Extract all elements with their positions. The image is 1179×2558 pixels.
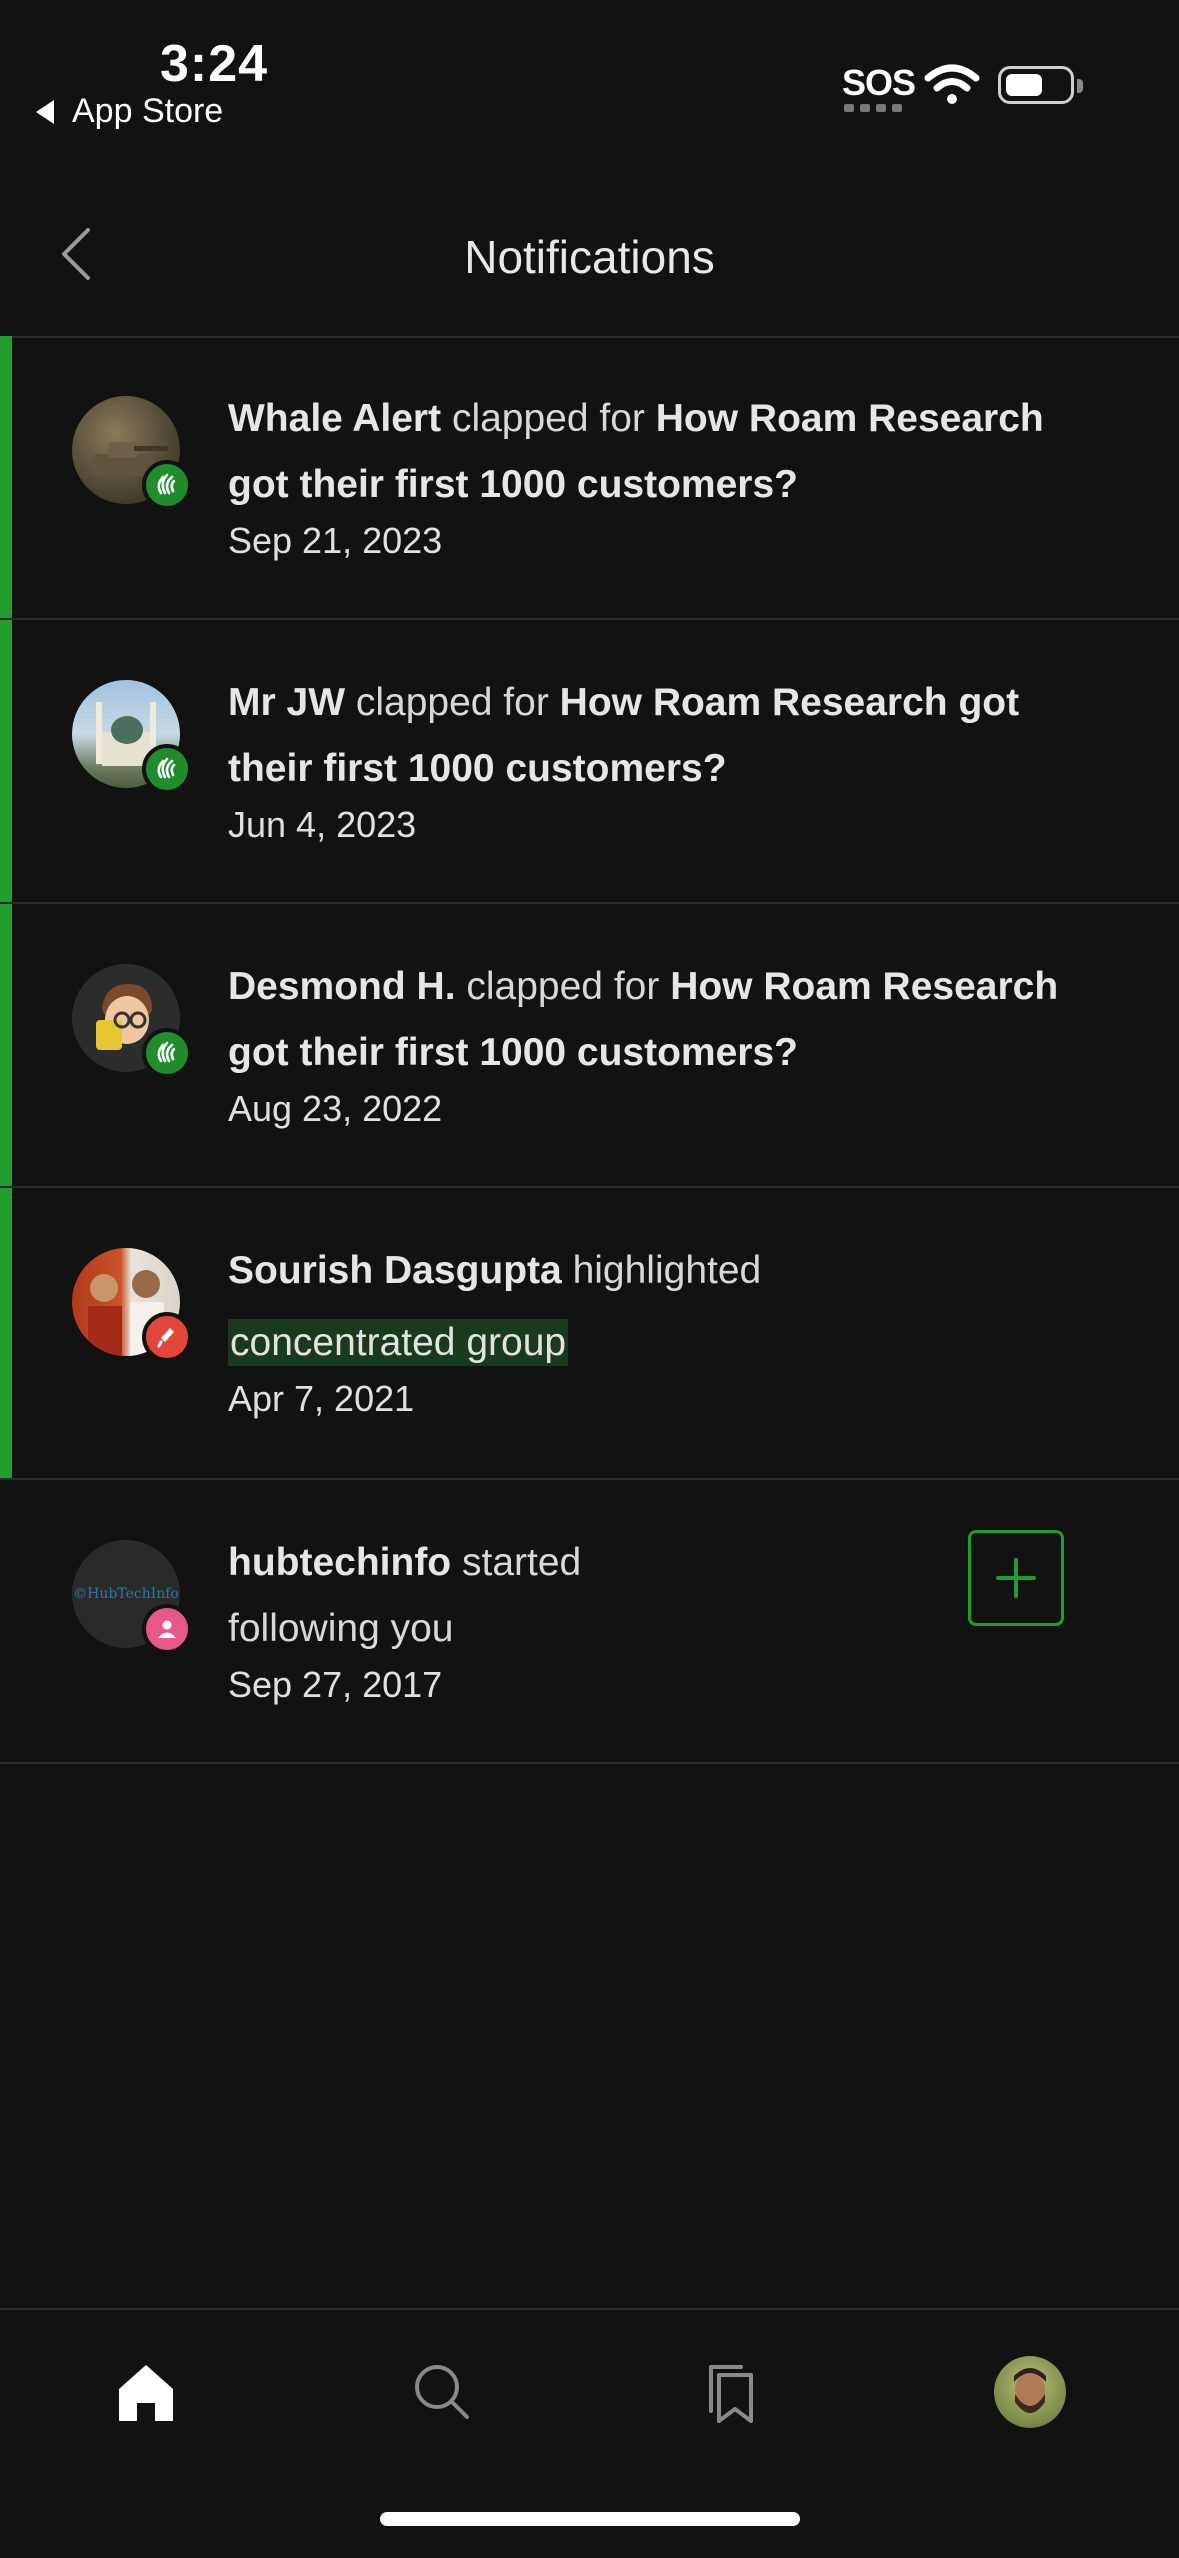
back-app-label: App Store xyxy=(72,92,224,130)
signal-dots-icon xyxy=(844,104,902,112)
action-verb: clapped for xyxy=(451,397,645,440)
plus-icon xyxy=(996,1558,1036,1598)
actor-name[interactable]: Sourish Dasgupta xyxy=(228,1249,562,1292)
clap-badge-icon xyxy=(142,460,192,510)
battery-icon xyxy=(998,66,1083,104)
actor-name[interactable]: hubtechinfo xyxy=(228,1541,451,1584)
nav-profile[interactable] xyxy=(990,2352,1070,2432)
actor-name[interactable]: Whale Alert xyxy=(228,397,441,440)
notification-list: Whale Alert clapped for How Roam Researc… xyxy=(0,336,1179,1764)
notification-item[interactable]: Mr JW clapped for How Roam Research got … xyxy=(0,620,1179,904)
bookmarks-icon xyxy=(709,2365,753,2423)
status-bar: 3:24 App Store SOS xyxy=(0,0,1179,140)
notification-date: Aug 23, 2022 xyxy=(228,1088,443,1129)
notification-date: Jun 4, 2023 xyxy=(228,804,417,845)
action-verb: clapped for xyxy=(466,965,660,1008)
page-header: Notifications xyxy=(0,190,1179,338)
avatar-logo-text: ©HubTechInfo xyxy=(73,1586,179,1602)
action-verb-continued: following you xyxy=(228,1607,454,1650)
avatar[interactable] xyxy=(72,680,192,794)
notification-content: Whale Alert clapped for How Roam Researc… xyxy=(228,386,1079,562)
page-title: Notifications xyxy=(464,231,715,283)
avatar[interactable] xyxy=(72,1248,192,1362)
sos-indicator: SOS xyxy=(842,62,916,103)
notification-content: Desmond H. clapped for How Roam Research… xyxy=(228,954,1079,1130)
actor-name[interactable]: Desmond H. xyxy=(228,965,456,1008)
avatar[interactable] xyxy=(72,396,192,510)
home-icon xyxy=(119,2365,173,2421)
notification-item[interactable]: Whale Alert clapped for How Roam Researc… xyxy=(0,336,1179,620)
back-triangle-icon xyxy=(36,99,54,124)
action-verb: started xyxy=(461,1541,582,1584)
notification-item[interactable]: ©HubTechInfo hubtechinfo started followi… xyxy=(0,1480,1179,1764)
back-to-app-store[interactable]: App Store xyxy=(36,92,223,131)
highlighted-text[interactable]: concentrated group xyxy=(228,1319,569,1366)
clap-badge-icon xyxy=(142,744,192,794)
action-verb: highlighted xyxy=(572,1249,762,1292)
nav-home[interactable] xyxy=(106,2352,186,2432)
avatar[interactable]: ©HubTechInfo xyxy=(72,1540,192,1654)
highlight-badge-icon xyxy=(142,1312,192,1362)
notification-date: Sep 21, 2023 xyxy=(228,520,443,561)
notification-date: Sep 27, 2017 xyxy=(228,1664,443,1705)
follow-badge-icon xyxy=(142,1604,192,1654)
nav-search[interactable] xyxy=(402,2352,482,2432)
action-verb: clapped for xyxy=(355,681,549,724)
clap-badge-icon xyxy=(142,1028,192,1078)
search-icon xyxy=(415,2365,469,2419)
home-indicator[interactable] xyxy=(380,2512,800,2526)
nav-bookmarks[interactable] xyxy=(692,2352,772,2432)
follow-back-button[interactable] xyxy=(968,1530,1064,1626)
profile-avatar xyxy=(994,2356,1066,2428)
notification-item[interactable]: Sourish Dasgupta highlighted concentrate… xyxy=(0,1188,1179,1480)
status-time: 3:24 xyxy=(160,35,269,93)
actor-name[interactable]: Mr JW xyxy=(228,681,345,724)
notification-content: hubtechinfo started following you Sep 27… xyxy=(228,1530,919,1706)
avatar[interactable] xyxy=(72,964,192,1078)
story-title[interactable]: How Roam Research got their first 1000 c… xyxy=(228,681,1019,790)
wifi-icon xyxy=(924,64,980,104)
notification-item[interactable]: Desmond H. clapped for How Roam Research… xyxy=(0,904,1179,1188)
notification-date: Apr 7, 2021 xyxy=(228,1378,415,1419)
notification-content: Mr JW clapped for How Roam Research got … xyxy=(228,670,1079,846)
notification-content: Sourish Dasgupta highlighted concentrate… xyxy=(228,1238,1079,1420)
